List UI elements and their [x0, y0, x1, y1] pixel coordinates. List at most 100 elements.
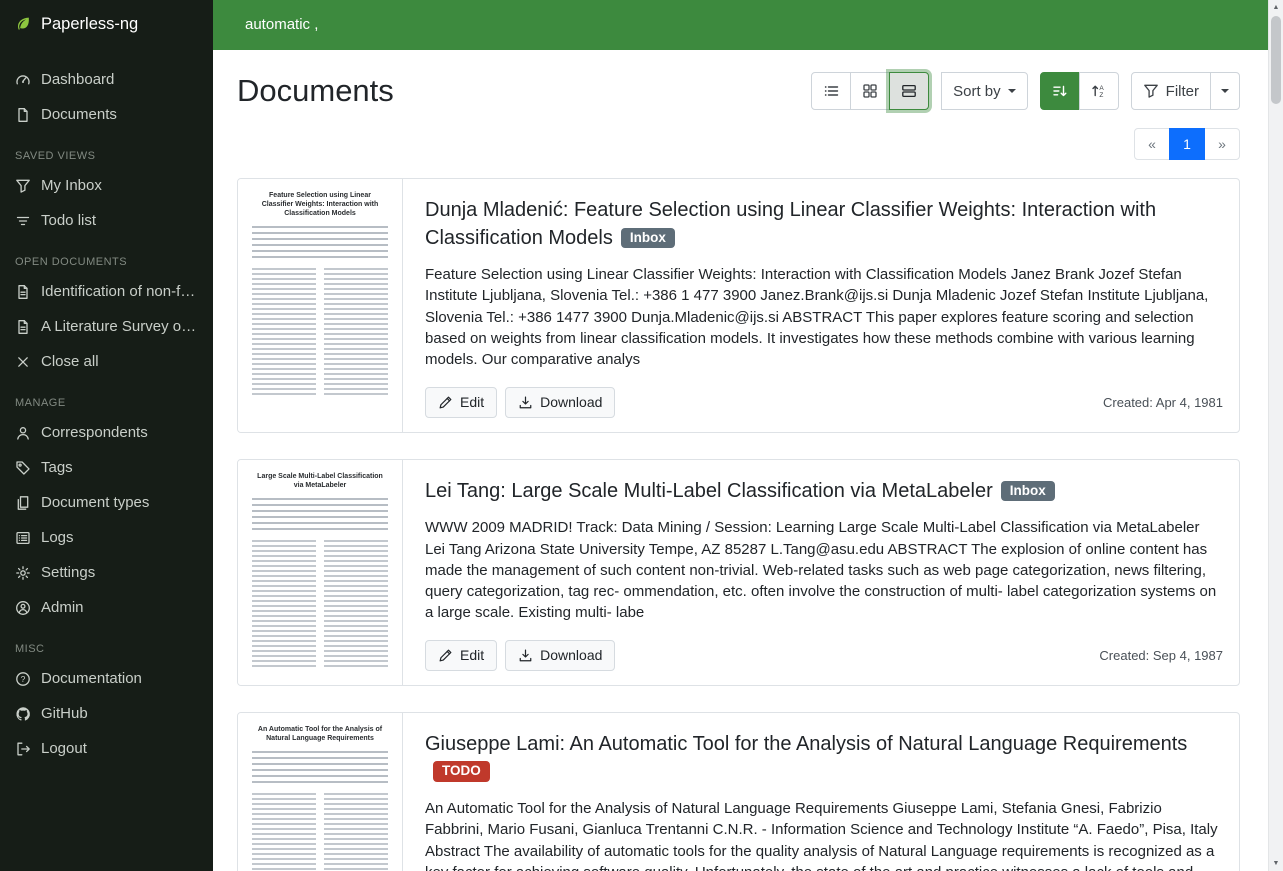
sidebar-item-documents[interactable]: Documents — [0, 97, 213, 132]
sidebar-item-label: Dashboard — [41, 71, 114, 88]
view-details-button[interactable] — [889, 72, 929, 110]
page-header: Documents — [237, 72, 1240, 110]
tag-badge[interactable]: Inbox — [1001, 481, 1055, 502]
download-button[interactable]: Download — [505, 640, 615, 671]
sidebar-item-tags[interactable]: Tags — [0, 450, 213, 485]
sidebar-item-a-literature-survey-on[interactable]: A Literature Survey on ... — [0, 309, 213, 344]
document-card-body: Giuseppe Lami: An Automatic Tool for the… — [403, 713, 1239, 871]
created-date: Created: Apr 4, 1981 — [1103, 395, 1223, 410]
pencil-icon — [438, 395, 453, 410]
document-card-body: Dunja Mladenić: Feature Selection using … — [403, 179, 1239, 432]
document-thumbnail[interactable]: Feature Selection using Linear Classifie… — [238, 179, 403, 432]
x-icon — [15, 354, 31, 370]
logs-icon — [15, 530, 31, 546]
caret-down-icon — [1008, 89, 1016, 93]
filter-label: Filter — [1166, 83, 1199, 100]
brand-name: Paperless-ng — [41, 15, 138, 34]
file-text-icon — [15, 319, 31, 335]
view-grid-button[interactable] — [850, 72, 890, 110]
page-title: Documents — [237, 73, 394, 109]
funnel-icon — [15, 178, 31, 194]
download-button[interactable]: Download — [505, 387, 615, 418]
filter-dropdown-toggle[interactable] — [1210, 72, 1240, 110]
file-text-icon — [15, 284, 31, 300]
scroll-down-arrow[interactable]: ▼ — [1269, 856, 1283, 871]
sidebar-item-todo-list[interactable]: Todo list — [0, 203, 213, 238]
sidebar-item-label: Documentation — [41, 670, 142, 687]
created-date: Created: Sep 4, 1987 — [1099, 648, 1223, 663]
sidebar-item-logout[interactable]: Logout — [0, 731, 213, 766]
document-card: Large Scale Multi-Label Classification v… — [237, 459, 1240, 686]
pagination-row: « 1 » — [237, 128, 1240, 160]
tag-badge[interactable]: TODO — [433, 761, 490, 782]
document-thumbnail[interactable]: An Automatic Tool for the Analysis of Na… — [238, 713, 403, 871]
scroll-up-arrow[interactable]: ▲ — [1269, 0, 1283, 15]
github-icon — [15, 706, 31, 722]
caret-down-icon — [1221, 89, 1229, 93]
thumbnail-text-lines — [252, 498, 388, 532]
thumbnail-title-text: Feature Selection using Linear Classifie… — [254, 191, 386, 218]
sidebar-item-label: Documents — [41, 106, 117, 123]
scrollbar-thumb[interactable] — [1271, 16, 1281, 104]
document-title[interactable]: Lei Tang: Large Scale Multi-Label Classi… — [425, 480, 993, 502]
sidebar-item-documentation[interactable]: ? Documentation — [0, 661, 213, 696]
thumbnail-title-text: An Automatic Tool for the Analysis of Na… — [254, 725, 386, 743]
sidebar-item-correspondents[interactable]: Correspondents — [0, 415, 213, 450]
tag-badge[interactable]: Inbox — [621, 228, 675, 249]
sort-alpha-button[interactable]: AZ — [1079, 72, 1119, 110]
edit-button[interactable]: Edit — [425, 387, 497, 418]
document-list: Feature Selection using Linear Classifie… — [237, 178, 1240, 871]
sidebar-item-identification-of-non-fu[interactable]: Identification of non-fu... — [0, 274, 213, 309]
document-title[interactable]: Giuseppe Lami: An Automatic Tool for the… — [425, 733, 1187, 755]
sidebar-section-title: MISC — [0, 625, 213, 661]
document-title-row: Lei Tang: Large Scale Multi-Label Classi… — [425, 478, 1223, 506]
sidebar-item-document-types[interactable]: Document types — [0, 485, 213, 520]
filter-button[interactable]: Filter — [1131, 72, 1211, 110]
document-excerpt: An Automatic Tool for the Analysis of Na… — [425, 798, 1223, 871]
document-title-row: Dunja Mladenić: Feature Selection using … — [425, 197, 1223, 252]
sidebar-nav: DashboardDocumentsSAVED VIEWSMy InboxTod… — [0, 48, 213, 766]
sort-alpha-up-icon: AZ — [1091, 83, 1107, 99]
sidebar-item-label: Logs — [41, 529, 74, 546]
sort-down-icon — [1052, 83, 1068, 99]
sidebar-item-dashboard[interactable]: Dashboard — [0, 62, 213, 97]
pagination: « 1 » — [1134, 128, 1240, 160]
pagination-next[interactable]: » — [1204, 128, 1240, 160]
search-input[interactable]: automatic , — [213, 0, 1268, 50]
document-title[interactable]: Dunja Mladenić: Feature Selection using … — [425, 199, 1156, 249]
sidebar-item-logs[interactable]: Logs — [0, 520, 213, 555]
download-icon — [518, 648, 533, 663]
logout-icon — [15, 741, 31, 757]
scrollbar[interactable]: ▲ ▼ — [1268, 0, 1283, 871]
document-thumbnail[interactable]: Large Scale Multi-Label Classification v… — [238, 460, 403, 685]
pagination-page-1[interactable]: 1 — [1169, 128, 1205, 160]
thumbnail-text-lines — [252, 226, 388, 260]
edit-button-label: Edit — [460, 394, 484, 410]
sidebar-item-close-all[interactable]: Close all — [0, 344, 213, 379]
edit-button[interactable]: Edit — [425, 640, 497, 671]
sort-controls: Sort by — [941, 72, 1028, 110]
pagination-prev[interactable]: « — [1134, 128, 1170, 160]
filter-icon — [15, 213, 31, 229]
gear-icon — [15, 565, 31, 581]
svg-text:?: ? — [21, 674, 26, 684]
pencil-icon — [438, 648, 453, 663]
view-list-button[interactable] — [811, 72, 851, 110]
leaf-logo-icon — [15, 16, 31, 32]
sort-by-dropdown[interactable]: Sort by — [941, 72, 1028, 110]
sidebar-item-label: Close all — [41, 353, 99, 370]
thumbnail-text-columns — [252, 793, 388, 871]
document-card-body: Lei Tang: Large Scale Multi-Label Classi… — [403, 460, 1239, 685]
view-mode-toggle-group — [811, 72, 929, 110]
sidebar-item-my-inbox[interactable]: My Inbox — [0, 168, 213, 203]
sidebar-item-settings[interactable]: Settings — [0, 555, 213, 590]
edit-button-label: Edit — [460, 647, 484, 663]
app-brand[interactable]: Paperless-ng — [0, 0, 213, 48]
document-actions-row: Edit Download Created: Apr 4, 1981 — [425, 387, 1223, 418]
sidebar-item-label: GitHub — [41, 705, 88, 722]
document-card: An Automatic Tool for the Analysis of Na… — [237, 712, 1240, 871]
sidebar-item-admin[interactable]: Admin — [0, 590, 213, 625]
sort-direction-desc-button[interactable] — [1040, 72, 1080, 110]
grid-view-icon — [862, 83, 878, 99]
sidebar-item-github[interactable]: GitHub — [0, 696, 213, 731]
